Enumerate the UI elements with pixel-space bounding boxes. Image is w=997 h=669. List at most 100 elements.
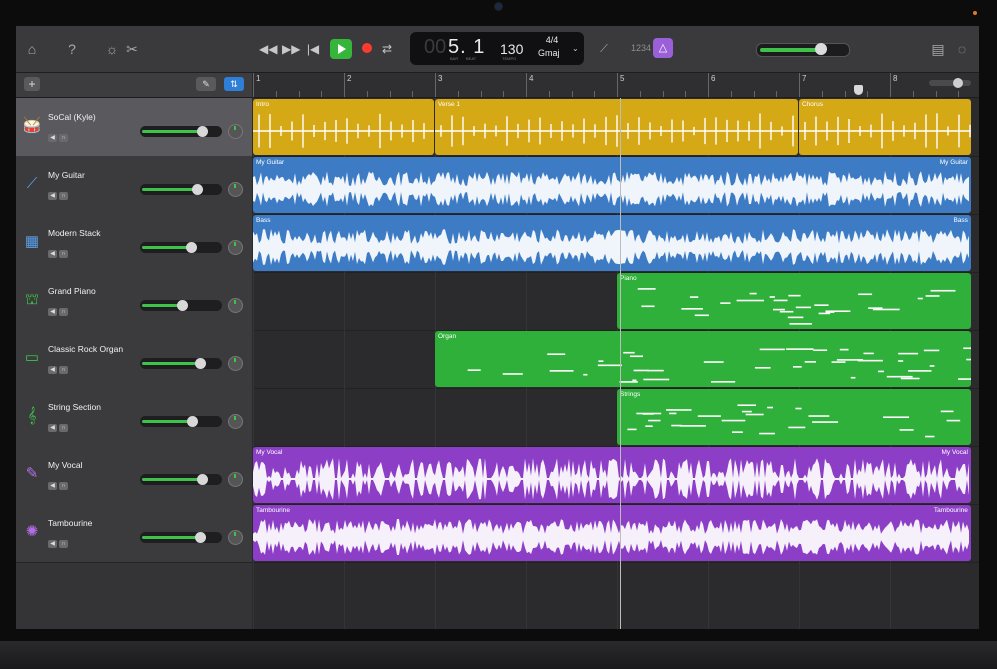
- region[interactable]: My Vocal My Vocal: [253, 447, 971, 503]
- track-volume-knob[interactable]: [196, 474, 208, 485]
- go-to-beginning-button[interactable]: |◀: [306, 40, 320, 58]
- headphones-icon[interactable]: ∩: [59, 192, 68, 200]
- mute-icon[interactable]: ◀: [48, 540, 57, 548]
- arrange-area[interactable]: Intro Verse 1 Chorus My Guitar My Guitar Bass…: [253, 98, 979, 629]
- notepad-icon[interactable]: ▤: [928, 39, 948, 59]
- track-name[interactable]: My Vocal: [48, 460, 83, 470]
- count-in-button[interactable]: 1234: [631, 43, 651, 53]
- editors-icon[interactable]: ✂: [122, 39, 142, 59]
- chevron-down-icon[interactable]: ⌄: [572, 44, 579, 53]
- region[interactable]: Piano: [617, 273, 971, 329]
- region[interactable]: Tambourine Tambourine: [253, 505, 971, 561]
- track-volume-slider[interactable]: [140, 532, 222, 543]
- track-volume-slider[interactable]: [140, 358, 222, 369]
- smart-controls-icon[interactable]: ☼: [102, 39, 122, 59]
- timeline-ruler[interactable]: 1 2 3 4 5 6 7 8: [253, 73, 979, 98]
- track-volume-slider[interactable]: [140, 474, 222, 485]
- fast-forward-button[interactable]: ▶▶: [282, 40, 300, 58]
- pan-knob[interactable]: [228, 124, 243, 139]
- track-name[interactable]: Classic Rock Organ: [48, 344, 123, 354]
- track-name[interactable]: Modern Stack: [48, 228, 100, 238]
- add-track-button[interactable]: +: [24, 77, 40, 91]
- pan-knob[interactable]: [228, 472, 243, 487]
- track-volume-slider[interactable]: [140, 242, 222, 253]
- track-header[interactable]: ▭ Classic Rock Organ ◀ ∩: [16, 330, 252, 389]
- track-volume-knob[interactable]: [176, 300, 188, 311]
- master-volume-slider[interactable]: [756, 43, 850, 57]
- pan-knob[interactable]: [228, 298, 243, 313]
- region-label: Chorus: [802, 101, 823, 108]
- region[interactable]: Organ: [435, 331, 971, 387]
- region[interactable]: My Guitar My Guitar: [253, 157, 971, 213]
- headphones-icon[interactable]: ∩: [59, 134, 68, 142]
- pan-knob[interactable]: [228, 182, 243, 197]
- track-name[interactable]: String Section: [48, 402, 101, 412]
- headphones-icon[interactable]: ∩: [59, 482, 68, 490]
- headphones-icon[interactable]: ∩: [59, 540, 68, 548]
- headphones-icon[interactable]: ∩: [59, 250, 68, 258]
- bar-tick: [526, 73, 527, 97]
- pan-knob[interactable]: [228, 240, 243, 255]
- pan-knob[interactable]: [228, 356, 243, 371]
- track-header[interactable]: ✺ Tambourine ◀ ∩: [16, 504, 252, 563]
- mute-icon[interactable]: ◀: [48, 134, 57, 142]
- region-label: My Guitar: [256, 159, 285, 166]
- pan-knob[interactable]: [228, 530, 243, 545]
- cycle-button[interactable]: ⇄: [380, 40, 394, 58]
- catch-playhead-button[interactable]: ⇅: [224, 77, 244, 91]
- track-volume-knob[interactable]: [187, 416, 199, 427]
- track-volume-knob[interactable]: [196, 126, 208, 137]
- record-button[interactable]: [362, 43, 372, 53]
- track-header[interactable]: 𝄞 String Section ◀ ∩: [16, 388, 252, 447]
- playhead-line[interactable]: [620, 98, 621, 629]
- help-icon[interactable]: ?: [62, 39, 82, 59]
- region[interactable]: Strings: [617, 389, 971, 445]
- tuner-icon[interactable]: ⟋: [594, 39, 614, 59]
- play-button[interactable]: [330, 39, 352, 59]
- track-name[interactable]: My Guitar: [48, 170, 85, 180]
- headphones-icon[interactable]: ∩: [59, 366, 68, 374]
- playhead-handle[interactable]: [854, 85, 863, 95]
- rewind-button[interactable]: ◀◀: [259, 40, 277, 58]
- track-volume-slider[interactable]: [140, 416, 222, 427]
- track-header[interactable]: ✎ My Vocal ◀ ∩: [16, 446, 252, 505]
- mute-icon[interactable]: ◀: [48, 424, 57, 432]
- lcd-display[interactable]: 00 5. 1 BAR BEAT 130 TEMPO 4/4 Gmaj ⌄: [410, 32, 584, 65]
- track-volume-knob[interactable]: [195, 532, 207, 543]
- track-name[interactable]: Grand Piano: [48, 286, 96, 296]
- loop-browser-icon[interactable]: ◌: [952, 39, 972, 59]
- mute-icon[interactable]: ◀: [48, 482, 57, 490]
- region[interactable]: Chorus: [799, 99, 971, 155]
- track-name[interactable]: Tambourine: [48, 518, 92, 528]
- track-volume-knob[interactable]: [195, 358, 207, 369]
- region[interactable]: Verse 1: [435, 99, 798, 155]
- lcd-position-leading: 00: [424, 36, 447, 58]
- track-volume-slider[interactable]: [140, 126, 222, 137]
- track-header[interactable]: 🥁 SoCal (Kyle) ◀ ∩: [16, 98, 252, 157]
- track-volume-knob[interactable]: [192, 184, 204, 195]
- smart-tempo-button[interactable]: ✎: [196, 77, 216, 91]
- headphones-icon[interactable]: ∩: [59, 424, 68, 432]
- mute-icon[interactable]: ◀: [48, 366, 57, 374]
- master-volume-knob[interactable]: [814, 43, 827, 55]
- mute-icon[interactable]: ◀: [48, 192, 57, 200]
- pan-knob[interactable]: [228, 414, 243, 429]
- mute-icon[interactable]: ◀: [48, 308, 57, 316]
- track-header[interactable]: ▦ Modern Stack ◀ ∩: [16, 214, 252, 273]
- track-volume-slider[interactable]: [140, 300, 222, 311]
- region[interactable]: Bass Bass: [253, 215, 971, 271]
- track-name[interactable]: SoCal (Kyle): [48, 112, 96, 122]
- track-volume-knob[interactable]: [185, 242, 197, 253]
- track-header[interactable]: ⟋ My Guitar ◀ ∩: [16, 156, 252, 215]
- track-volume-slider[interactable]: [140, 184, 222, 195]
- track-header[interactable]: ⛫ Grand Piano ◀ ∩: [16, 272, 252, 331]
- region-label: My Vocal: [256, 449, 283, 456]
- zoom-slider[interactable]: [929, 78, 971, 88]
- metronome-button[interactable]: △: [653, 38, 673, 58]
- zoom-knob[interactable]: [953, 78, 963, 88]
- mute-icon[interactable]: ◀: [48, 250, 57, 258]
- region[interactable]: Intro: [253, 99, 434, 155]
- bar-number: 5: [620, 74, 625, 83]
- headphones-icon[interactable]: ∩: [59, 308, 68, 316]
- library-icon[interactable]: ⌂: [22, 39, 42, 59]
